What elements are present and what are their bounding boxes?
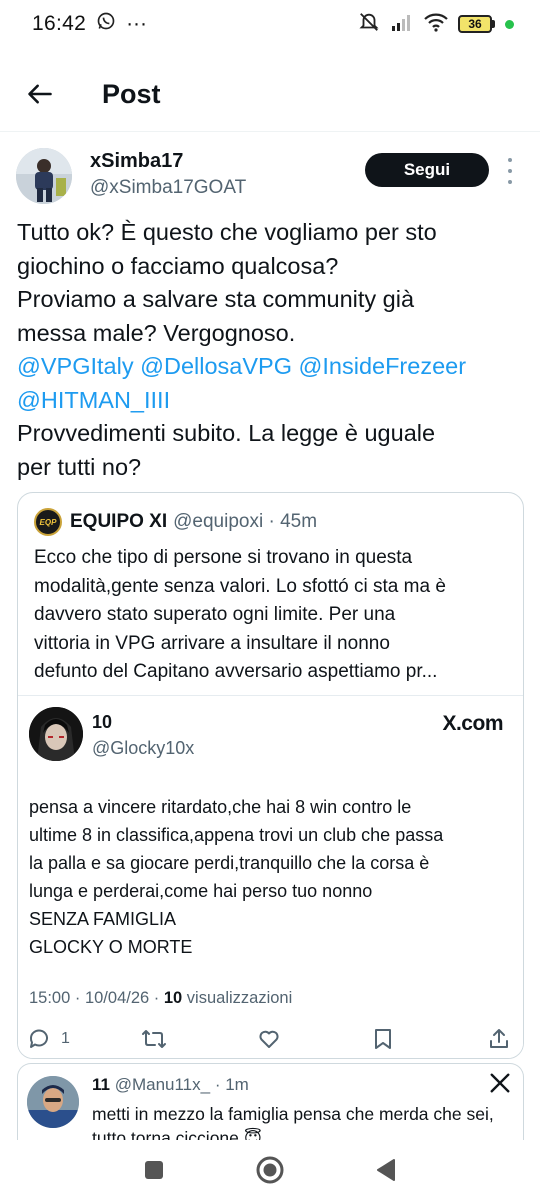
media-timestamp: 15:00 · 10/04/26 · (29, 989, 164, 1007)
media-text-line: la palla e sa giocare perdi,tranquillo c… (29, 853, 430, 873)
whatsapp-icon (96, 11, 116, 37)
post-text: Tutto ok? È questo che vogliamo per sto … (17, 216, 522, 484)
back-nav-button[interactable] (364, 1148, 408, 1192)
media-text-line: lunga e perderai,come hai perso tuo nonn… (29, 881, 373, 901)
media-timestamp-views: 15:00 · 10/04/26 · 10 visualizzazioni (29, 989, 292, 1008)
quoted-media-screenshot[interactable]: 10 @Glocky10x X.com pensa a vincere rita… (18, 695, 523, 1058)
quoted-avatar-logo: EQP (39, 517, 57, 527)
battery-level: 36 (458, 15, 492, 33)
x-logo-icon (489, 1072, 511, 1094)
quoted-text-line: Ecco che tipo di persone si trovano in q… (34, 547, 413, 568)
status-right: 36 (358, 11, 514, 38)
like-button[interactable] (257, 1022, 281, 1056)
media-avatar (29, 707, 83, 761)
reply-author-handle: @Manu11x_ · 1m (109, 1075, 249, 1094)
quoted-text-line: modalità,gente senza valori. Lo sfottó c… (34, 575, 446, 597)
top-bar: Post (0, 62, 540, 126)
mention-link[interactable]: @HITMAN_IIII (17, 387, 170, 413)
status-bar: 16:42 ··· 36 (0, 0, 540, 48)
x-com-logo: X.com (442, 712, 503, 735)
back-button[interactable] (18, 72, 62, 116)
reply-header: 11 @Manu11x_ · 1m (92, 1075, 249, 1095)
mention-link[interactable]: @VPGItaly (17, 353, 134, 379)
heart-icon (259, 1030, 279, 1048)
post-author: xSimba17 @xSimba17GOAT Segui (16, 146, 526, 206)
more-notifications-icon: ··· (126, 12, 148, 35)
quoted-text-line: davvero stato superato ogni limite. Per … (34, 604, 396, 625)
media-author-name: 10 (92, 712, 113, 732)
media-text-line: GLOCKY O MORTE (29, 937, 193, 957)
header-divider (0, 131, 540, 132)
post-actions: 1 (0, 1022, 540, 1056)
post-text-line: Provvedimenti subito. La legge è uguale (17, 420, 436, 446)
media-text-line: pensa a vincere ritardato,che hai 8 win … (29, 797, 412, 817)
quoted-post-header: EQP EQUIPO XI @equipoxi · 45m (34, 507, 317, 537)
share-icon (490, 1029, 508, 1048)
quoted-text-line: vittoria in VPG arrivare a insultare il … (34, 632, 390, 654)
media-views-label: visualizzazioni (182, 989, 293, 1007)
reply-avatar[interactable] (27, 1076, 79, 1128)
wifi-icon (424, 12, 448, 37)
share-button[interactable] (487, 1022, 511, 1056)
comment-icon (29, 1029, 48, 1048)
bookmark-icon (375, 1029, 391, 1049)
reply-button[interactable]: 1 (27, 1022, 70, 1056)
media-text-line: SENZA FAMIGLIA (29, 909, 177, 929)
clock: 16:42 (32, 12, 87, 35)
quoted-post[interactable]: EQP EQUIPO XI @equipoxi · 45m Ecco che t… (17, 492, 524, 1059)
quoted-author-name: EQUIPO XI (70, 511, 168, 532)
triangle-back-icon (377, 1159, 395, 1181)
author-avatar[interactable] (16, 148, 72, 204)
repost-icon (142, 1030, 166, 1048)
mention-link[interactable]: @InsideFrezeer (299, 353, 467, 379)
author-handle[interactable]: @xSimba17GOAT (90, 177, 246, 199)
recents-button[interactable] (132, 1148, 176, 1192)
home-circle-icon (256, 1156, 284, 1184)
home-button[interactable] (248, 1148, 292, 1192)
page-title: Post (102, 78, 161, 109)
post-text-line: giochino o facciamo qualcosa? (17, 252, 339, 279)
reply-text-line: metti in mezzo la famiglia pensa che mer… (92, 1104, 494, 1124)
media-views-count: 10 (163, 989, 183, 1007)
author-name[interactable]: xSimba17 (90, 150, 183, 173)
reply-author-name: 11 (92, 1075, 110, 1094)
mentions-line: @HITMAN_IIII (17, 384, 522, 418)
arrow-left-icon (28, 84, 52, 104)
quoted-text-line: defunto del Capitano avversario aspettia… (34, 661, 438, 682)
signal-icon (390, 12, 414, 37)
privacy-indicator-dot (505, 19, 514, 29)
follow-button[interactable]: Segui (365, 153, 489, 187)
media-author-handle: @Glocky10x (92, 738, 195, 758)
post-text-line: Tutto ok? È questo che vogliamo per sto (17, 219, 437, 245)
reply-count: 1 (61, 1030, 70, 1047)
media-text-line: ultime 8 in classifica,appena trovi un c… (29, 825, 444, 845)
status-left: 16:42 ··· (32, 11, 147, 37)
bookmark-button[interactable] (372, 1022, 394, 1056)
mute-icon (358, 11, 380, 38)
square-icon (145, 1161, 163, 1179)
quoted-author-handle: @equipoxi · 45m (173, 511, 318, 532)
reply-post[interactable]: 11 @Manu11x_ · 1m metti in mezzo la fami… (17, 1063, 524, 1143)
battery-icon: 36 (458, 15, 495, 33)
mention-link[interactable]: @DellosaVPG (140, 353, 292, 379)
repost-button[interactable] (141, 1022, 167, 1056)
post-text-line: Proviamo a salvare sta community già (17, 286, 415, 312)
more-options-icon[interactable] (503, 158, 517, 184)
post-text-line: messa male? Vergognoso. (17, 319, 296, 346)
media-post-text: pensa a vincere ritardato,che hai 8 win … (29, 793, 519, 961)
quoted-post-text: Ecco che tipo di persone si trovano in q… (34, 544, 514, 687)
mentions-line: @VPGItaly @DellosaVPG @InsideFrezeer (17, 350, 522, 384)
post-text-line: per tutti no? (17, 453, 142, 480)
system-nav-bar (0, 1140, 540, 1199)
reply-text: metti in mezzo la famiglia pensa che mer… (92, 1102, 522, 1143)
quoted-avatar: EQP (34, 508, 62, 536)
